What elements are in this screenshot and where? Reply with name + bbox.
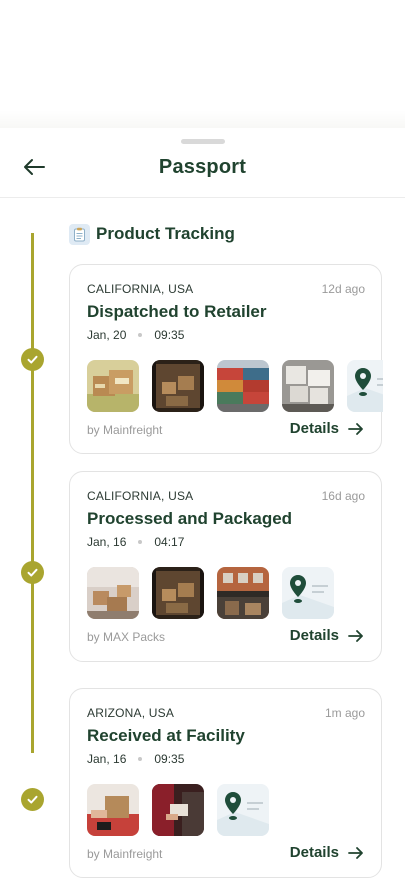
clipboard-icon <box>69 223 90 245</box>
containers-photo[interactable] <box>217 360 269 412</box>
arrow-right-icon <box>348 422 363 435</box>
section-title: Product Tracking <box>96 224 235 243</box>
card-time-ago: 12d ago <box>321 282 365 296</box>
card-date: Jan, 20 <box>87 328 127 342</box>
card-date: Jan, 16 <box>87 752 127 766</box>
card-location: CALIFORNIA, USA <box>87 489 194 503</box>
card-provider: by Mainfreight <box>87 423 163 437</box>
details-label: Details <box>289 844 339 861</box>
storefront-photo[interactable] <box>217 567 269 619</box>
card-location: CALIFORNIA, USA <box>87 282 194 296</box>
page-title: Passport <box>158 156 247 178</box>
timeline-line <box>31 233 34 753</box>
card-location: ARIZONA, USA <box>87 706 175 720</box>
photo-strip[interactable] <box>87 567 383 619</box>
card-time: 04:17 <box>154 535 185 549</box>
check-icon <box>21 561 44 584</box>
card-title: Processed and Packaged <box>87 509 293 528</box>
card-provider: by Mainfreight <box>87 847 163 861</box>
photo-strip[interactable] <box>87 784 383 836</box>
boxes-photo[interactable] <box>87 360 139 412</box>
map-photo[interactable] <box>282 567 334 619</box>
details-button[interactable]: Details <box>290 420 365 437</box>
separator-dot <box>138 757 143 761</box>
separator-dot <box>138 333 143 337</box>
warehouse-photo[interactable] <box>282 360 334 412</box>
card-time: 09:35 <box>154 752 185 766</box>
tracking-card[interactable]: ARIZONA, USA 1m ago Received at Facility… <box>69 688 382 878</box>
map-photo[interactable] <box>347 360 383 412</box>
tracking-card[interactable]: CALIFORNIA, USA 16d ago Processed and Pa… <box>69 471 382 662</box>
details-label: Details <box>289 627 339 644</box>
truck-photo[interactable] <box>152 567 204 619</box>
section-header: Product Tracking <box>69 223 235 245</box>
card-datetime: Jan, 16 04:17 <box>87 535 184 549</box>
arrow-right-icon <box>348 846 363 859</box>
app-background <box>0 0 405 130</box>
card-datetime: Jan, 20 09:35 <box>87 328 184 342</box>
card-date: Jan, 16 <box>87 535 127 549</box>
arrow-right-icon <box>348 629 363 642</box>
truck-photo[interactable] <box>152 360 204 412</box>
packages-photo[interactable] <box>87 567 139 619</box>
card-title: Received at Facility <box>87 726 245 745</box>
details-button[interactable]: Details <box>290 844 365 861</box>
map-photo[interactable] <box>217 784 269 836</box>
header-divider <box>0 197 405 198</box>
details-label: Details <box>289 420 339 437</box>
tracking-card[interactable]: CALIFORNIA, USA 12d ago Dispatched to Re… <box>69 264 383 454</box>
separator-dot <box>138 540 143 544</box>
photo-strip[interactable] <box>87 360 383 412</box>
delivery-photo[interactable] <box>87 784 139 836</box>
card-provider: by MAX Packs <box>87 630 166 644</box>
handover-photo[interactable] <box>152 784 204 836</box>
card-time: 09:35 <box>154 328 185 342</box>
card-time-ago: 16d ago <box>321 489 365 503</box>
details-button[interactable]: Details <box>290 627 365 644</box>
check-icon <box>21 788 44 811</box>
check-icon <box>21 348 44 371</box>
card-title: Dispatched to Retailer <box>87 302 267 321</box>
card-datetime: Jan, 16 09:35 <box>87 752 184 766</box>
card-time-ago: 1m ago <box>324 706 365 720</box>
sheet-grabber[interactable] <box>181 139 225 144</box>
